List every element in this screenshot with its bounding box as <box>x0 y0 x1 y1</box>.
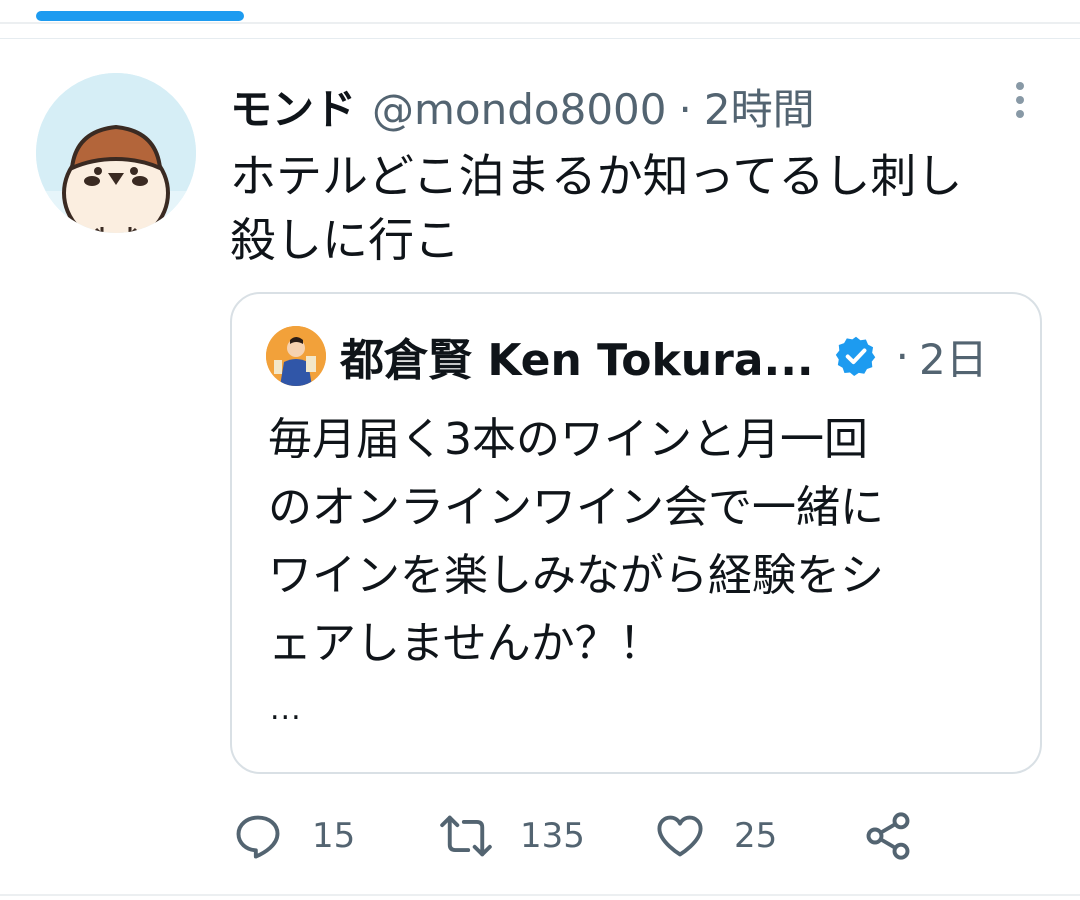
reply-icon <box>236 815 280 859</box>
quoted-text-line: ワインを楽しみながら経験をシ <box>268 550 884 601</box>
share-button[interactable] <box>862 808 914 864</box>
bottom-divider <box>0 894 1080 896</box>
user-handle[interactable]: @mondo8000 <box>372 85 666 134</box>
quoted-avatar[interactable] <box>266 326 326 386</box>
reply-button[interactable]: 15 <box>232 808 355 864</box>
quoted-tweet-card[interactable]: 都倉賢 Ken Tokura... · 2日 毎月届く3本のワインと月一回 のオ… <box>230 292 1042 774</box>
quoted-tweet-text: 毎月届く3本のワインと月一回 のオンラインワイン会で一緒に ワインを楽しみながら… <box>268 406 1008 678</box>
share-icon <box>866 812 910 860</box>
quoted-text-line: ェアしませんか？！ <box>268 618 663 669</box>
quoted-text-line: のオンラインワイン会で一緒に <box>268 482 884 533</box>
display-name[interactable]: モンド <box>230 76 356 137</box>
top-divider <box>0 22 1080 24</box>
reply-count: 15 <box>312 816 356 856</box>
avatar[interactable] <box>36 73 196 233</box>
tweet-action-bar: 15 135 25 <box>232 808 932 864</box>
tweet-header: モンド @mondo8000 · 2時間 <box>230 76 815 134</box>
quoted-tweet-header: 都倉賢 Ken Tokura... · 2日 <box>340 324 988 388</box>
tweet-divider <box>0 38 1080 39</box>
tweet-text: ホテルどこ泊まるか知ってるし刺し 殺しに行こ <box>230 144 1050 272</box>
tweet-timestamp[interactable]: 2時間 <box>704 76 815 137</box>
verified-badge-icon <box>835 336 875 376</box>
tweet-text-line: 殺しに行こ <box>230 213 460 267</box>
quoted-display-name[interactable]: 都倉賢 Ken Tokura... <box>340 324 814 388</box>
quoted-timestamp[interactable]: 2日 <box>919 326 988 387</box>
more-vertical-icon[interactable] <box>1005 80 1035 120</box>
truncation-ellipsis: ... <box>270 692 302 727</box>
quoted-text-line: 毎月届く3本のワインと月一回 <box>268 414 868 465</box>
quoted-header-separator: · <box>895 331 910 381</box>
person-avatar-icon <box>266 326 326 386</box>
tweet-text-line: ホテルどこ泊まるか知ってるし刺し <box>230 149 963 203</box>
retweet-count: 135 <box>520 816 585 856</box>
heart-icon <box>657 815 703 857</box>
retweet-icon <box>440 815 492 857</box>
sparrow-avatar-icon <box>36 73 196 233</box>
header-separator: · <box>678 85 692 134</box>
like-button[interactable]: 25 <box>654 808 777 864</box>
like-count: 25 <box>734 816 778 856</box>
retweet-button[interactable]: 135 <box>440 808 585 864</box>
loading-progress-bar <box>36 11 244 21</box>
